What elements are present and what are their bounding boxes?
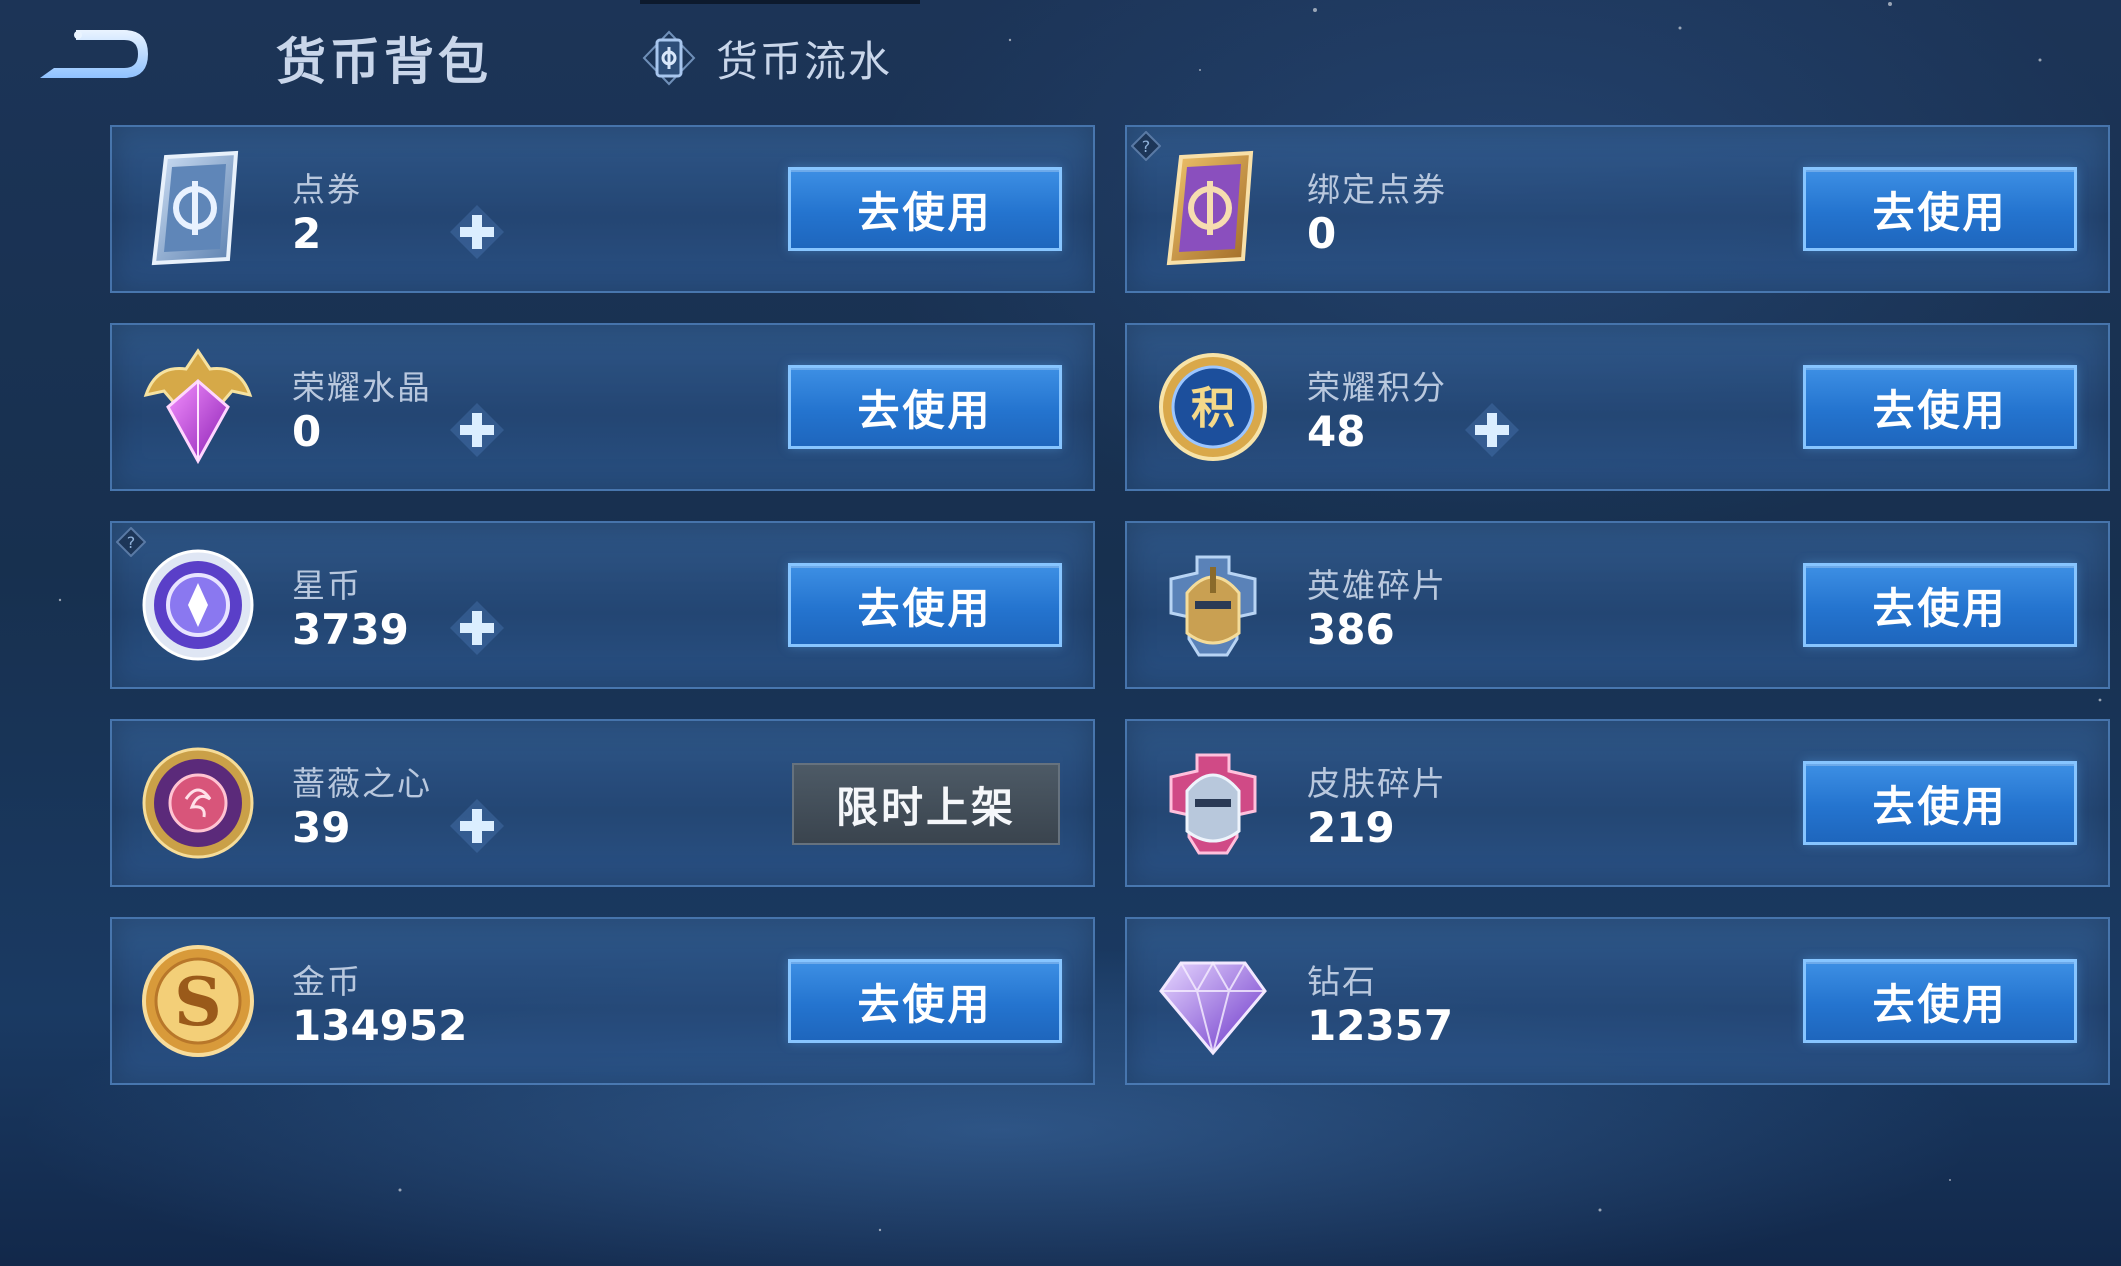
svg-text:?: ? <box>1142 137 1151 156</box>
currency-card-glory-crystal: 荣耀水晶 0 去使用 <box>110 323 1095 491</box>
currency-card-diamond: 钻石 12357 去使用 <box>1125 917 2110 1085</box>
ticket-blue-icon <box>151 150 239 266</box>
currency-name: 英雄碎片 <box>1307 566 1447 605</box>
use-button[interactable]: 去使用 <box>1803 365 2077 449</box>
currency-value: 134952 <box>292 1001 468 1050</box>
currency-name: 蔷薇之心 <box>292 764 432 803</box>
page-title: 货币背包 <box>276 33 492 91</box>
add-plus-icon[interactable] <box>448 797 506 855</box>
svg-text:?: ? <box>127 533 136 552</box>
currency-card-hero-shard: 英雄碎片 386 去使用 <box>1125 521 2110 689</box>
currency-name: 荣耀水晶 <box>292 368 432 407</box>
currency-name: 荣耀积分 <box>1307 368 1447 407</box>
currency-name: 星币 <box>292 566 362 605</box>
currency-name: 点券 <box>292 170 362 209</box>
currency-name: 金币 <box>292 962 362 1001</box>
top-divider <box>640 0 920 4</box>
use-button[interactable]: 去使用 <box>1803 959 2077 1043</box>
currency-card-star-coin: ? 星币 3739 去使用 <box>110 521 1095 689</box>
hero-shard-icon <box>1169 555 1257 657</box>
currency-flow-label: 货币流水 <box>716 36 893 86</box>
use-button[interactable]: 去使用 <box>788 563 1062 647</box>
currency-value: 48 <box>1307 407 1366 456</box>
ticket-purple-icon <box>1166 150 1254 266</box>
star-coin-icon <box>142 549 254 661</box>
back-arrow-icon <box>40 30 148 78</box>
use-button[interactable]: 去使用 <box>1803 167 2077 251</box>
use-button[interactable]: 去使用 <box>788 167 1062 251</box>
currency-card-dianquan: 点券 2 去使用 <box>110 125 1095 293</box>
currency-card-rose-heart: 蔷薇之心 39 限时上架 <box>110 719 1095 887</box>
currency-value: 0 <box>1307 209 1337 258</box>
gold-coin-icon: S <box>142 945 254 1057</box>
currency-card-bound-dianquan: ? 绑定点券 0 去使用 <box>1125 125 2110 293</box>
currency-card-skin-shard: 皮肤碎片 219 去使用 <box>1125 719 2110 887</box>
glory-points-icon: 积 <box>1159 353 1267 461</box>
currency-value: 12357 <box>1307 1001 1454 1050</box>
currency-value: 3739 <box>292 605 409 654</box>
back-button[interactable] <box>36 22 156 92</box>
currency-flow-tab[interactable]: 货币流水 <box>640 28 892 88</box>
add-plus-icon[interactable] <box>448 401 506 459</box>
svg-text:积: 积 <box>1191 383 1235 434</box>
glory-crystal-icon <box>143 348 253 465</box>
svg-text:S: S <box>174 963 222 1041</box>
currency-value: 0 <box>292 407 322 456</box>
currency-value: 2 <box>292 209 322 258</box>
currency-name: 绑定点券 <box>1307 170 1447 209</box>
diamond-icon <box>1159 960 1267 1056</box>
use-button[interactable]: 去使用 <box>1803 563 2077 647</box>
add-plus-icon[interactable] <box>448 599 506 657</box>
limited-time-button[interactable]: 限时上架 <box>792 763 1060 845</box>
currency-value: 39 <box>292 803 351 852</box>
add-plus-icon[interactable] <box>1463 401 1521 459</box>
currency-value: 219 <box>1307 803 1395 852</box>
skin-shard-icon <box>1169 753 1257 855</box>
use-button[interactable]: 去使用 <box>1803 761 2077 845</box>
currency-name: 钻石 <box>1307 962 1377 1001</box>
currency-name: 皮肤碎片 <box>1307 764 1447 803</box>
ticket-small-icon <box>642 30 696 86</box>
use-button[interactable]: 去使用 <box>788 959 1062 1043</box>
header-bar: 货币背包 货币流水 <box>0 0 2121 120</box>
currency-card-gold-coin: S 金币 134952 去使用 <box>110 917 1095 1085</box>
use-button[interactable]: 去使用 <box>788 365 1062 449</box>
currency-card-glory-points: 积 荣耀积分 48 去使用 <box>1125 323 2110 491</box>
currency-value: 386 <box>1307 605 1395 654</box>
rose-heart-icon <box>142 747 254 859</box>
add-plus-icon[interactable] <box>448 203 506 261</box>
